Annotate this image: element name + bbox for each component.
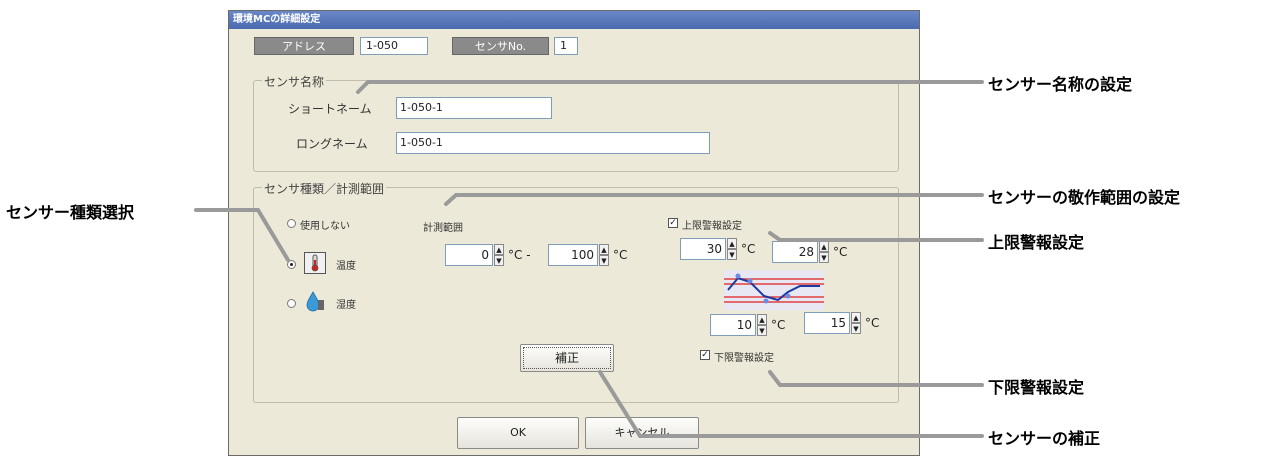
callout-sensor-name: センサー名称の設定 [988,75,1133,94]
callout-range: センサーの敬作範囲の設定 [988,188,1181,207]
leader-sensor-type [194,208,290,262]
leader-range [444,193,984,206]
callout-correction: センサーの補正 [988,429,1101,448]
leader-upper [768,231,984,242]
leader-correction [598,370,984,438]
leader-lower [768,370,984,387]
callout-sensor-type: センサー種類選択 [6,203,135,222]
callout-lower: 下限警報設定 [988,378,1085,397]
leader-sensor-name [356,80,984,94]
callout-upper: 上限警報設定 [988,233,1085,252]
